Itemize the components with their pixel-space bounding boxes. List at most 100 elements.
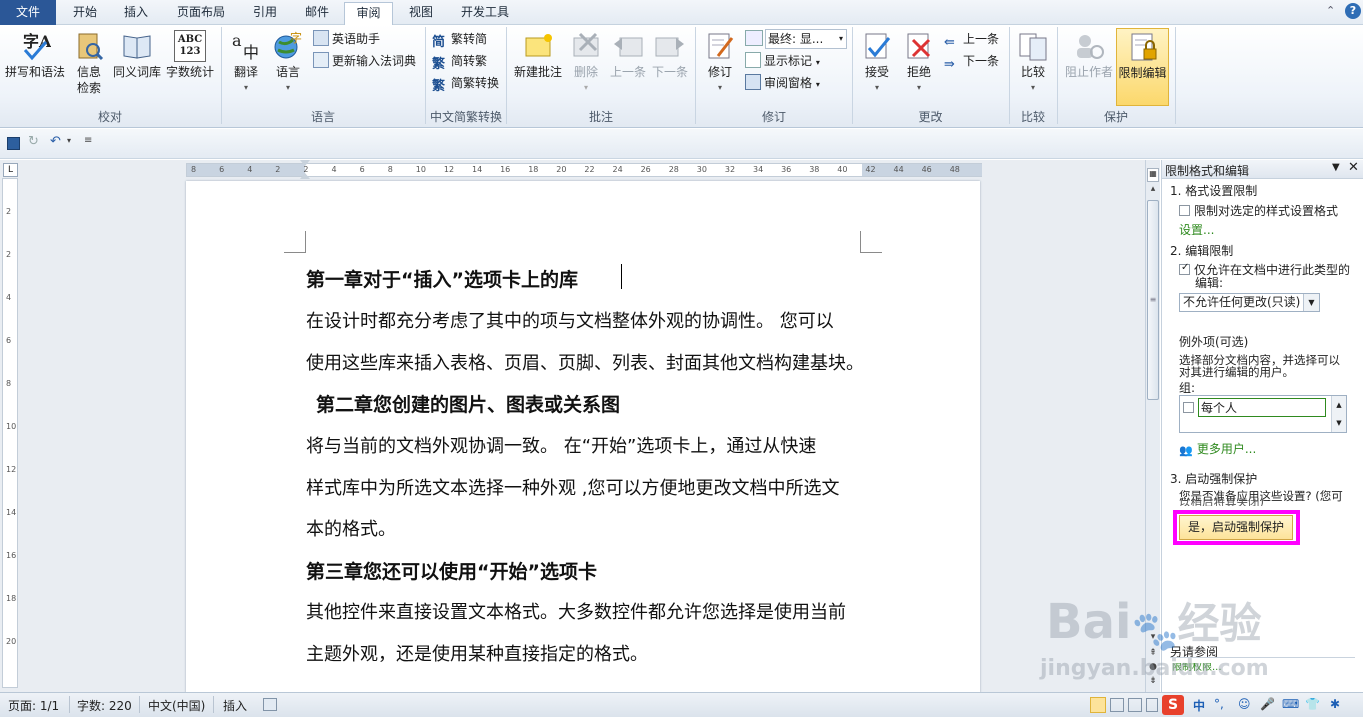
- voice-input-icon[interactable]: 🎤: [1260, 697, 1275, 711]
- paragraph-line[interactable]: 在设计时都充分考虑了其中的项与文档整体外观的协调性。 您可以: [306, 307, 834, 333]
- show-markup-button[interactable]: 显示标记 ▾: [745, 51, 820, 71]
- next-comment-button[interactable]: 下一条: [649, 30, 691, 80]
- dropdown-arrow-icon: ▾: [815, 58, 820, 67]
- block-authors-label: 阻止作者: [1064, 65, 1113, 79]
- language-button[interactable]: 字 语言 ▾: [268, 30, 308, 96]
- previous-comment-icon: [612, 30, 644, 62]
- reject-button[interactable]: 拒绝 ▾: [898, 30, 940, 96]
- pane-options-dropdown-icon[interactable]: ▼: [1332, 162, 1340, 173]
- checkbox-unchecked[interactable]: [1179, 205, 1190, 216]
- delete-comment-button[interactable]: 删除 ▾: [566, 30, 606, 96]
- groups-list[interactable]: 每个人 ▲ ▼: [1179, 395, 1347, 433]
- restrict-editing-button[interactable]: 限制编辑: [1116, 28, 1169, 106]
- keyboard-icon[interactable]: ⌨: [1282, 697, 1299, 711]
- display-for-review-value: 最终: 显...: [768, 32, 824, 46]
- traditional-to-simplified-button[interactable]: 简繁转简: [432, 29, 487, 50]
- tab-stop-selector-icon[interactable]: L: [3, 163, 18, 177]
- tab-insert[interactable]: 插入: [113, 2, 159, 25]
- save-icon[interactable]: [7, 137, 20, 150]
- full-screen-reading-icon[interactable]: [1110, 698, 1124, 712]
- track-changes-button[interactable]: 修订 ▾: [700, 30, 740, 96]
- users-icon: 👥: [1179, 444, 1193, 457]
- accept-button[interactable]: 接受 ▾: [856, 30, 898, 96]
- translate-button[interactable]: a中 翻译 ▾: [226, 30, 266, 96]
- tab-home[interactable]: 开始: [62, 2, 108, 25]
- word-count-indicator[interactable]: 字数: 220: [77, 697, 132, 714]
- spelling-grammar-button[interactable]: 字A 拼写和语法: [4, 30, 66, 80]
- ruler-number: 8: [6, 379, 12, 388]
- thesaurus-button[interactable]: 同义词库: [110, 30, 164, 80]
- print-layout-view-icon[interactable]: [1090, 697, 1106, 713]
- paragraph-line[interactable]: 其他控件来直接设置文本格式。大多数控件都允许您选择是使用当前: [306, 598, 846, 624]
- block-authors-button[interactable]: 阻止作者: [1062, 30, 1116, 80]
- display-for-review-select[interactable]: 最终: 显... ▾: [765, 29, 847, 49]
- group-everyone-item[interactable]: 每个人: [1183, 398, 1326, 417]
- ime-chinese-mode[interactable]: 中: [1193, 697, 1205, 714]
- tab-review[interactable]: 审阅: [344, 2, 393, 26]
- web-layout-icon[interactable]: [1128, 698, 1142, 712]
- language-indicator[interactable]: 中文(中国): [148, 697, 205, 714]
- scrollbar-thumb[interactable]: ≡: [1147, 200, 1159, 400]
- macro-record-icon[interactable]: [263, 698, 277, 711]
- tab-references[interactable]: 引用: [243, 2, 287, 25]
- editing-type-select[interactable]: 不允许任何更改(只读) ▼: [1179, 293, 1320, 312]
- paragraph-line[interactable]: 将与当前的文档外观协调一致。 在“开始”选项卡上，通过从快速: [306, 432, 816, 458]
- more-users-link[interactable]: 👥 更多用户...: [1179, 440, 1256, 458]
- tab-mailings[interactable]: 邮件: [294, 2, 340, 25]
- new-comment-button[interactable]: 新建批注: [510, 30, 566, 80]
- first-line-indent-marker[interactable]: [300, 160, 310, 168]
- paragraph-line[interactable]: 样式库中为所选文本选择一种外观 ,您可以方便地更改文档中所选文: [306, 474, 839, 500]
- vertical-ruler[interactable]: 2 2 4 6 8 10 12 14 16 18 20: [2, 178, 18, 688]
- page-indicator[interactable]: 页面: 1/1: [8, 697, 59, 714]
- list-scrollbar[interactable]: ▲ ▼: [1331, 396, 1346, 432]
- emoji-icon[interactable]: ☺: [1238, 697, 1251, 711]
- collapse-ribbon-icon[interactable]: ⌃: [1326, 4, 1340, 20]
- tab-developer[interactable]: 开发工具: [450, 2, 520, 25]
- heading-chapter-3[interactable]: 第三章您还可以使用“开始”选项卡: [306, 557, 597, 584]
- help-icon[interactable]: ?: [1345, 3, 1361, 19]
- outline-view-icon[interactable]: [1146, 698, 1158, 712]
- dropdown-arrow-icon[interactable]: ▼: [1303, 294, 1319, 311]
- tab-view[interactable]: 视图: [398, 2, 444, 25]
- scroll-up-icon[interactable]: ▴: [1147, 184, 1159, 198]
- checkbox-checked[interactable]: ✓: [1179, 262, 1190, 275]
- heading-chapter-2[interactable]: 第二章您创建的图片、图表或关系图: [316, 390, 620, 417]
- english-assistant-button[interactable]: 英语助手: [313, 29, 380, 49]
- tab-page-layout[interactable]: 页面布局: [166, 2, 236, 25]
- view-ruler-toggle-icon[interactable]: ▦: [1147, 168, 1159, 182]
- update-ime-dictionary-button[interactable]: 更新输入法词典: [313, 51, 416, 71]
- research-button[interactable]: 信息 检索: [70, 30, 108, 96]
- next-change-button[interactable]: ⇛ 下一条: [944, 51, 999, 72]
- previous-change-button[interactable]: ⇚ 上一条: [944, 29, 999, 50]
- compare-label: 比较: [1020, 65, 1045, 79]
- compare-button[interactable]: 比较 ▾: [1013, 30, 1053, 96]
- checkbox-unchecked[interactable]: [1183, 402, 1194, 413]
- undo-dropdown-icon[interactable]: ▾: [67, 136, 71, 145]
- simplified-to-traditional-button[interactable]: 繁简转繁: [432, 51, 487, 72]
- paragraph-line[interactable]: 使用这些库来插入表格、页眉、页脚、列表、封面其他文档构建基块。: [306, 349, 864, 375]
- customize-toolbar-icon[interactable]: ≡: [84, 135, 92, 146]
- formatting-restriction-checkbox[interactable]: 限制对选定的样式设置格式: [1179, 202, 1338, 219]
- hanging-indent-marker[interactable]: [300, 171, 310, 179]
- settings-link[interactable]: 设置...: [1179, 221, 1214, 238]
- word-count-button[interactable]: ABC 123 字数统计: [164, 30, 216, 80]
- skin-icon[interactable]: 👕: [1305, 697, 1320, 711]
- sogou-ime-icon[interactable]: S: [1162, 695, 1184, 715]
- tab-file[interactable]: 文件: [0, 0, 56, 25]
- reviewing-pane-button[interactable]: 审阅窗格 ▾: [745, 73, 820, 93]
- paragraph-line[interactable]: 主题外观，还是使用某种直接指定的格式。: [306, 640, 648, 666]
- start-enforcing-protection-button[interactable]: 是，启动强制保护: [1179, 515, 1293, 540]
- undo-icon[interactable]: ↶: [50, 134, 66, 150]
- paragraph-line[interactable]: 本的格式。: [306, 515, 396, 541]
- ime-punctuation-icon[interactable]: °,: [1214, 697, 1224, 711]
- pane-close-icon[interactable]: ✕: [1348, 160, 1359, 175]
- previous-comment-button[interactable]: 上一条: [607, 30, 649, 80]
- redo-disabled-icon[interactable]: ↻: [28, 134, 44, 150]
- settings-icon[interactable]: ✱: [1330, 697, 1340, 711]
- group-label-protect: 保护: [1103, 110, 1128, 124]
- chinese-conversion-button[interactable]: 繁简繁转换: [432, 73, 499, 94]
- insert-mode-indicator[interactable]: 插入: [223, 697, 247, 714]
- heading-chapter-1[interactable]: 第一章对于“插入”选项卡上的库: [306, 265, 578, 292]
- ruler-number: 12: [6, 465, 17, 474]
- previous-change-icon: ⇚: [944, 35, 955, 50]
